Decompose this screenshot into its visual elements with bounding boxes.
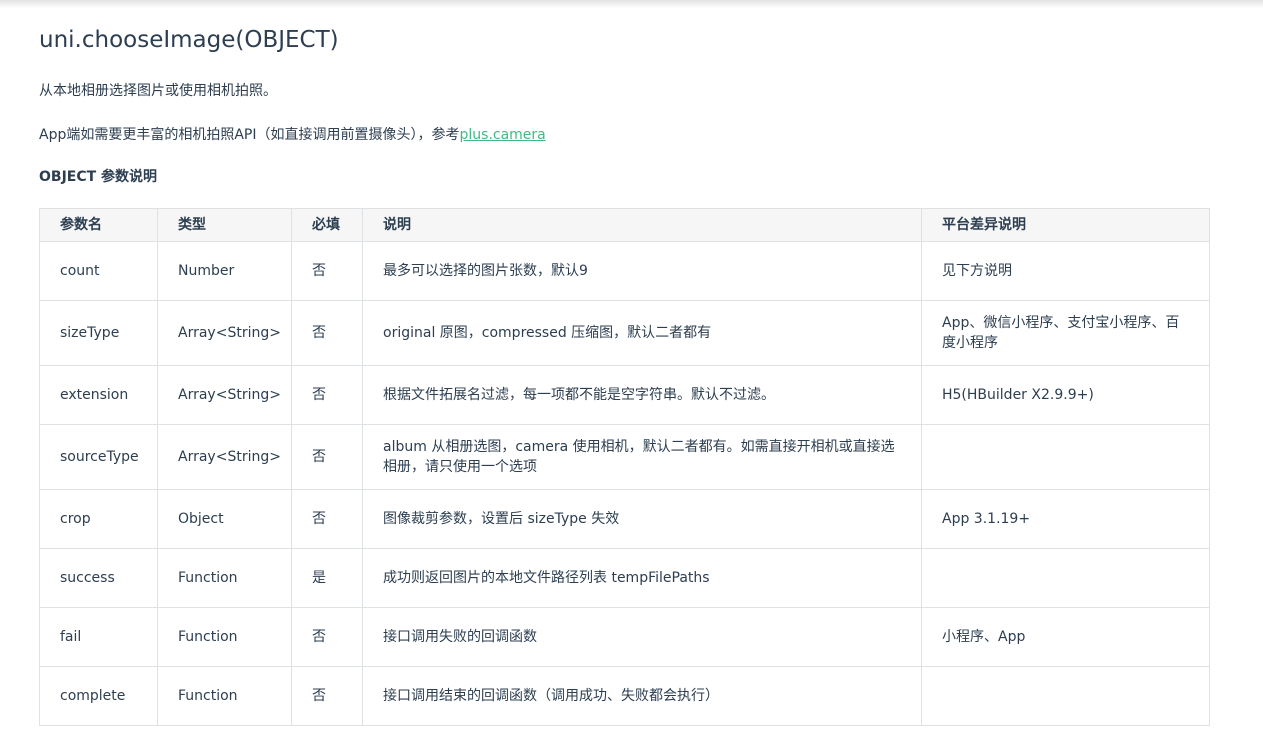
cell-required: 否 (291, 241, 363, 301)
table-row: sizeType Array<String> 否 original 原图，com… (39, 300, 1210, 366)
section-heading: OBJECT 参数说明 (39, 169, 158, 185)
cell-required: 否 (291, 424, 363, 490)
header-type: 类型 (157, 208, 292, 242)
table-row: extension Array<String> 否 根据文件拓展名过滤，每一项都… (39, 365, 1210, 425)
table-row: success Function 是 成功则返回图片的本地文件路径列表 temp… (39, 548, 1210, 608)
cell-type: Function (157, 548, 292, 608)
cell-required: 否 (291, 489, 363, 549)
cell-desc: original 原图，compressed 压缩图，默认二者都有 (362, 300, 922, 366)
app-note: App端如需要更丰富的相机拍照API（如直接调用前置摄像头），参考plus.ca… (39, 124, 546, 144)
description: 从本地相册选择图片或使用相机拍照。 (39, 83, 277, 99)
cell-type: Object (157, 489, 292, 549)
cell-required: 否 (291, 607, 363, 667)
cell-name: sourceType (39, 424, 158, 490)
param-table: 参数名 类型 必填 说明 平台差异说明 count Number 否 最多可以选… (39, 208, 1210, 726)
header-description: 说明 (362, 208, 922, 242)
cell-platform: App、微信小程序、支付宝小程序、百度小程序 (921, 300, 1210, 366)
cell-type: Number (157, 241, 292, 301)
cell-required: 否 (291, 300, 363, 366)
cell-type: Array<String> (157, 365, 292, 425)
cell-name: complete (39, 666, 158, 726)
cell-name: crop (39, 489, 158, 549)
table-header-row: 参数名 类型 必填 说明 平台差异说明 (39, 208, 1210, 242)
table-row: sourceType Array<String> 否 album 从相册选图，c… (39, 424, 1210, 490)
top-bar-shadow (0, 0, 1263, 8)
table-row: count Number 否 最多可以选择的图片张数，默认9 见下方说明 (39, 241, 1210, 301)
header-required: 必填 (291, 208, 363, 242)
cell-platform: 小程序、App (921, 607, 1210, 667)
app-note-text: App端如需要更丰富的相机拍照API（如直接调用前置摄像头），参考 (39, 127, 460, 143)
cell-desc: 根据文件拓展名过滤，每一项都不能是空字符串。默认不过滤。 (362, 365, 922, 425)
cell-desc: 接口调用结束的回调函数（调用成功、失败都会执行） (362, 666, 922, 726)
cell-type: Function (157, 666, 292, 726)
page-title: uni.chooseImage(OBJECT) (39, 27, 339, 53)
cell-required: 否 (291, 365, 363, 425)
cell-required: 否 (291, 666, 363, 726)
cell-platform: 见下方说明 (921, 241, 1210, 301)
cell-desc: 图像裁剪参数，设置后 sizeType 失效 (362, 489, 922, 549)
cell-desc: 成功则返回图片的本地文件路径列表 tempFilePaths (362, 548, 922, 608)
header-platform: 平台差异说明 (921, 208, 1210, 242)
cell-name: sizeType (39, 300, 158, 366)
cell-name: fail (39, 607, 158, 667)
plus-camera-link[interactable]: plus.camera (460, 127, 546, 143)
table-row: fail Function 否 接口调用失败的回调函数 小程序、App (39, 607, 1210, 667)
cell-desc: 接口调用失败的回调函数 (362, 607, 922, 667)
cell-platform (921, 424, 1210, 490)
cell-type: Function (157, 607, 292, 667)
cell-type: Array<String> (157, 300, 292, 366)
cell-platform (921, 548, 1210, 608)
cell-type: Array<String> (157, 424, 292, 490)
cell-name: count (39, 241, 158, 301)
cell-platform: App 3.1.19+ (921, 489, 1210, 549)
cell-required: 是 (291, 548, 363, 608)
cell-platform (921, 666, 1210, 726)
cell-name: extension (39, 365, 158, 425)
table-row: complete Function 否 接口调用结束的回调函数（调用成功、失败都… (39, 666, 1210, 726)
cell-desc: album 从相册选图，camera 使用相机，默认二者都有。如需直接开相机或直… (362, 424, 922, 490)
cell-name: success (39, 548, 158, 608)
table-row: crop Object 否 图像裁剪参数，设置后 sizeType 失效 App… (39, 489, 1210, 549)
header-param-name: 参数名 (39, 208, 158, 242)
cell-platform: H5(HBuilder X2.9.9+) (921, 365, 1210, 425)
cell-desc: 最多可以选择的图片张数，默认9 (362, 241, 922, 301)
